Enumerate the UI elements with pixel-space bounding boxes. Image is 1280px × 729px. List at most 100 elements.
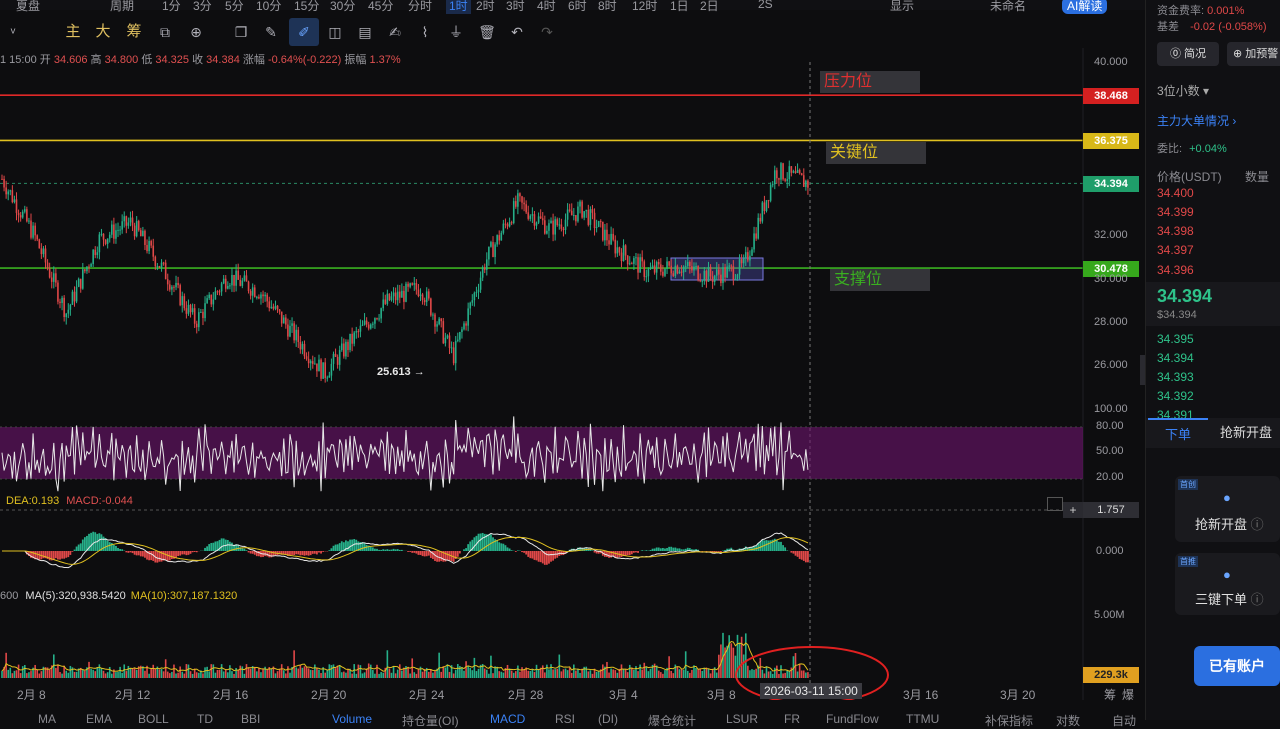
candle-body	[706, 271, 708, 282]
indicator-tab[interactable]: LSUR	[726, 712, 758, 726]
resistance-label[interactable]: 压力位	[820, 71, 920, 93]
indicator-tab[interactable]: FR	[784, 712, 800, 726]
candle-body	[30, 221, 32, 238]
existing-account-button[interactable]: 已有账户	[1194, 646, 1280, 686]
candle-body	[753, 233, 755, 249]
volume-bar	[49, 670, 51, 678]
big-orders-link[interactable]: 主力大单情况 ›	[1157, 112, 1236, 129]
chip-toggle[interactable]: 筹	[1104, 686, 1116, 703]
bid-price[interactable]: 34.392	[1157, 389, 1194, 403]
indicator-tab[interactable]: 补保指标	[985, 712, 1033, 729]
candle-body	[610, 234, 612, 244]
support-label[interactable]: 支撑位	[830, 269, 930, 291]
three-key-card[interactable]: 首推 ● 三键下单 ⓘ	[1175, 553, 1280, 615]
volume-bar	[161, 669, 163, 678]
rush-open-card[interactable]: 首创 ● 抢新开盘 ⓘ	[1175, 476, 1280, 542]
macd-histogram-bar	[525, 551, 527, 555]
volume-bar	[422, 672, 424, 678]
volume-bar	[614, 670, 616, 678]
overview-button[interactable]: ⓪ 简况	[1157, 42, 1219, 66]
volume-bar	[453, 673, 455, 678]
liquidation-toggle[interactable]: 爆	[1122, 686, 1134, 703]
key-level-label[interactable]: 关键位	[826, 142, 926, 164]
indicator-tab[interactable]: 爆仓统计	[648, 712, 696, 729]
macd-histogram-bar	[447, 551, 449, 561]
candle-body	[47, 262, 49, 268]
indicator-tab[interactable]: TD	[197, 712, 213, 726]
volume-bar	[368, 663, 370, 678]
volume-bar	[658, 671, 660, 678]
macd-histogram-bar	[799, 551, 801, 559]
volume-bar	[233, 674, 235, 678]
volume-bar	[590, 670, 592, 678]
ask-price[interactable]: 34.400	[1157, 186, 1194, 200]
volume-bar	[186, 664, 188, 678]
candle-body	[266, 295, 268, 302]
bid-price[interactable]: 34.395	[1157, 332, 1194, 346]
indicator-tab[interactable]: Volume	[332, 712, 372, 726]
ask-price[interactable]: 34.397	[1157, 243, 1194, 257]
volume-bar	[337, 666, 339, 678]
overview-label: 简况	[1184, 48, 1206, 60]
volume-bar	[362, 673, 364, 678]
candle-body	[192, 308, 194, 312]
tab-order[interactable]: 下单	[1148, 418, 1208, 450]
indicator-tab[interactable]: EMA	[86, 712, 112, 726]
candle-body	[213, 299, 215, 304]
indicator-tab[interactable]: 持仓量(OI)	[402, 712, 459, 729]
candle-body	[724, 267, 726, 277]
low-marker: 25.613 →	[377, 366, 425, 378]
ask-price[interactable]: 34.396	[1157, 263, 1194, 277]
volume-bar	[687, 671, 689, 678]
indicator-tab[interactable]: TTMU	[906, 712, 939, 726]
candle-body	[287, 325, 289, 337]
indicator-tab[interactable]: FundFlow	[826, 712, 879, 726]
candle-body	[764, 202, 766, 211]
indicator-tab[interactable]: RSI	[555, 712, 575, 726]
volume-bar	[577, 669, 579, 678]
candle-body	[418, 290, 420, 296]
macd-histogram-bar	[784, 547, 786, 551]
indicator-tab[interactable]: 自动	[1112, 712, 1136, 729]
indicator-tab[interactable]: BBI	[241, 712, 260, 726]
decimals-select[interactable]: 3位小数 ▾	[1157, 82, 1209, 99]
candle-body	[407, 284, 409, 287]
candle-body	[339, 350, 341, 365]
candle-body	[716, 269, 718, 275]
volume-bar	[538, 670, 540, 678]
candle-body	[76, 287, 78, 302]
candle-body	[70, 305, 72, 310]
indicator-tab[interactable]: MA	[38, 712, 56, 726]
volume-bar	[730, 643, 732, 678]
collapse-icon[interactable]	[1047, 497, 1063, 511]
indicator-tab[interactable]: 对数	[1056, 712, 1080, 729]
candle-body	[598, 221, 600, 227]
add-alert-button[interactable]: ⊕ 加预警	[1227, 42, 1280, 66]
candle-body	[229, 285, 231, 286]
tab-rush-open[interactable]: 抢新开盘	[1212, 418, 1280, 448]
candle-body	[571, 211, 573, 216]
bid-price[interactable]: 34.393	[1157, 370, 1194, 384]
candle-body	[380, 308, 382, 318]
candle-body	[685, 266, 687, 267]
ask-price[interactable]: 34.398	[1157, 224, 1194, 238]
add-indicator-icon[interactable]: +	[1063, 502, 1083, 518]
indicator-tab[interactable]: MACD	[490, 712, 525, 726]
crosshair-time: 2026-03-11 15:00	[760, 683, 862, 699]
macd-histogram-bar	[92, 532, 94, 551]
volume-bar	[130, 668, 132, 678]
indicator-tab[interactable]: BOLL	[138, 712, 169, 726]
volume-bar	[627, 672, 629, 678]
candle-body	[755, 233, 757, 238]
volume-bar	[57, 664, 59, 678]
volume-bar	[88, 662, 90, 678]
indicator-tab[interactable]: (DI)	[598, 712, 618, 726]
volume-bar	[173, 665, 175, 678]
volume-bar	[770, 671, 772, 678]
macd-histogram-bar	[295, 551, 297, 554]
bid-price[interactable]: 34.394	[1157, 351, 1194, 365]
last-price-usd: $34.394	[1157, 309, 1197, 321]
funding-rate-label: 资金费率:	[1157, 5, 1204, 17]
ask-price[interactable]: 34.399	[1157, 205, 1194, 219]
candle-body	[652, 265, 654, 268]
